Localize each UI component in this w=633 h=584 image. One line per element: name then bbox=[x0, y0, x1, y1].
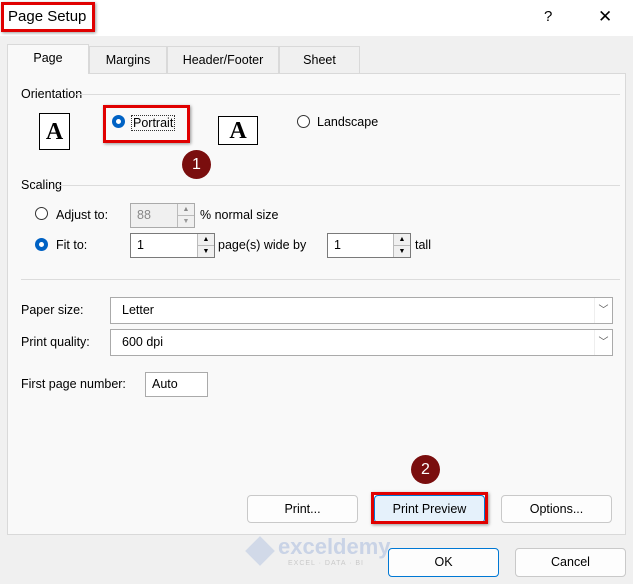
paper-size-value: Letter bbox=[122, 303, 154, 317]
tab-sheet[interactable]: Sheet bbox=[279, 46, 360, 73]
adjust-to-value: 88 bbox=[137, 208, 151, 222]
fit-to-radio[interactable] bbox=[35, 238, 48, 251]
normal-size-label: % normal size bbox=[200, 208, 279, 222]
title-highlight bbox=[1, 2, 95, 32]
pages-wide-label: page(s) wide by bbox=[218, 238, 307, 252]
close-button[interactable]: ✕ bbox=[598, 7, 612, 27]
landscape-label[interactable]: Landscape bbox=[317, 115, 378, 129]
tab-page[interactable]: Page bbox=[7, 44, 89, 74]
wide-spinner[interactable]: ▲ ▼ bbox=[197, 234, 214, 257]
tab-header-footer[interactable]: Header/Footer bbox=[167, 46, 279, 73]
step-badge-1: 1 bbox=[182, 150, 211, 179]
adjust-to-label[interactable]: Adjust to: bbox=[56, 208, 108, 222]
print-quality-label: Print quality: bbox=[21, 335, 90, 349]
watermark-tagline: EXCEL · DATA · BI bbox=[288, 560, 364, 567]
fit-to-label[interactable]: Fit to: bbox=[56, 238, 87, 252]
tab-margins[interactable]: Margins bbox=[89, 46, 167, 73]
adjust-spinner[interactable]: ▲ ▼ bbox=[177, 204, 194, 227]
portrait-page-icon: A bbox=[39, 113, 70, 150]
first-page-input[interactable]: Auto bbox=[145, 372, 208, 397]
divider bbox=[21, 279, 620, 280]
portrait-highlight bbox=[103, 105, 190, 143]
print-preview-highlight bbox=[371, 492, 488, 524]
pages-tall-input[interactable]: 1 ▲ ▼ bbox=[327, 233, 411, 258]
scaling-label: Scaling bbox=[21, 178, 62, 192]
adjust-to-input[interactable]: 88 ▲ ▼ bbox=[130, 203, 195, 228]
tall-spinner[interactable]: ▲ ▼ bbox=[393, 234, 410, 257]
options-button[interactable]: Options... bbox=[501, 495, 612, 523]
print-quality-value: 600 dpi bbox=[122, 335, 164, 349]
paper-size-label: Paper size: bbox=[21, 303, 84, 317]
landscape-radio[interactable] bbox=[297, 115, 310, 128]
chevron-down-icon: ﹀ bbox=[594, 298, 612, 323]
paper-size-select[interactable]: Letter ﹀ bbox=[110, 297, 613, 324]
orientation-label: Orientation bbox=[21, 87, 83, 101]
pages-tall-value: 1 bbox=[334, 238, 341, 252]
print-button[interactable]: Print... bbox=[247, 495, 358, 523]
pages-wide-value: 1 bbox=[137, 238, 144, 252]
chevron-down-icon: ﹀ bbox=[594, 330, 612, 355]
divider bbox=[58, 185, 620, 186]
first-page-label: First page number: bbox=[21, 377, 126, 391]
watermark-text: exceldemy bbox=[278, 534, 391, 559]
print-quality-select[interactable]: 600 dpi ﹀ bbox=[110, 329, 613, 356]
cancel-button[interactable]: Cancel bbox=[515, 548, 626, 577]
watermark-logo-icon bbox=[245, 536, 275, 566]
landscape-page-icon: A bbox=[218, 116, 258, 145]
pages-wide-input[interactable]: 1 ▲ ▼ bbox=[130, 233, 215, 258]
step-badge-2: 2 bbox=[411, 455, 440, 484]
help-button[interactable]: ? bbox=[544, 8, 552, 25]
adjust-to-radio[interactable] bbox=[35, 207, 48, 220]
ok-button[interactable]: OK bbox=[388, 548, 499, 577]
divider bbox=[75, 94, 620, 95]
tall-label: tall bbox=[415, 238, 431, 252]
